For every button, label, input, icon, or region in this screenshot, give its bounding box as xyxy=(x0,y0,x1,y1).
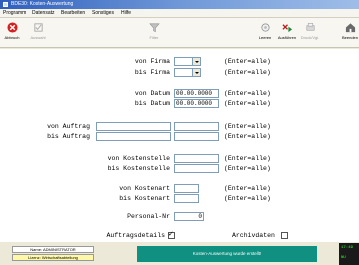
beenden-button[interactable]: Beenden xyxy=(341,21,359,46)
license-box: Lizenz: Wirtschaftsabteilung xyxy=(12,254,94,261)
checkmark-icon: ✓ xyxy=(168,230,174,238)
bis-auftrag-field-1[interactable] xyxy=(96,132,171,141)
system-tray: 17:49 NU xyxy=(339,243,359,265)
hint-von-kostenstelle: (Enter=alle) xyxy=(224,155,271,162)
run-icon xyxy=(281,24,292,33)
menu-datensatz[interactable]: Datensatz xyxy=(32,10,55,17)
von-firma-combo[interactable] xyxy=(174,57,201,66)
label-auftragsdetails: Auftragsdetails xyxy=(106,232,165,239)
hint-von-firma: (Enter=alle) xyxy=(224,58,271,65)
bis-auftrag-field-2[interactable] xyxy=(174,132,219,141)
status-bar: Name: ADMINISTRATOR Lizenz: Wirtschaftsa… xyxy=(0,243,359,265)
print-preview-icon xyxy=(306,23,314,31)
home-exit-icon xyxy=(345,23,355,33)
label-von-kostenart: von Kostenart xyxy=(119,185,170,192)
hint-bis-auftrag: (Enter=alle) xyxy=(224,133,271,140)
user-name-box: Name: ADMINISTRATOR xyxy=(12,246,94,253)
abbruch-button[interactable]: Abbruch xyxy=(3,21,21,46)
von-auftrag-field-1[interactable] xyxy=(96,122,171,131)
personal-nr-field[interactable]: 0 xyxy=(174,212,204,221)
label-bis-auftrag: bis Auftrag xyxy=(47,133,90,140)
hint-bis-kostenstelle: (Enter=alle) xyxy=(224,165,271,172)
label-von-auftrag: von Auftrag xyxy=(47,123,90,130)
hint-von-datum: (Enter=alle) xyxy=(224,90,271,97)
app-icon xyxy=(3,2,8,7)
window-title: BDE30: Kosten-Auswertung xyxy=(11,1,74,7)
chevron-down-icon[interactable] xyxy=(192,58,200,65)
clear-icon xyxy=(260,23,270,32)
menu-bearbeiten[interactable]: Bearbeiten xyxy=(61,10,85,17)
cancel-icon xyxy=(6,22,18,33)
menu-bar: Programm Datensatz Bearbeiten Sonstiges … xyxy=(0,9,359,18)
von-kostenart-field[interactable] xyxy=(174,184,199,193)
title-bar: BDE30: Kosten-Auswertung xyxy=(0,0,359,9)
ausfuehren-button[interactable]: Ausführen xyxy=(276,21,298,46)
von-datum-field[interactable]: 00.00.0000 xyxy=(174,89,219,98)
label-archivdaten: Archivdaten xyxy=(232,232,275,239)
menu-hilfe[interactable]: Hilfe xyxy=(121,10,131,17)
druck-button: Druck/Vgl. xyxy=(299,21,321,46)
tray-indicator: NU xyxy=(341,256,346,260)
hint-von-kostenart: (Enter=alle) xyxy=(224,185,271,192)
bis-datum-field[interactable]: 00.00.0000 xyxy=(174,99,219,108)
label-personal-nr: Personal-Nr xyxy=(127,213,170,220)
label-von-datum: von Datum xyxy=(134,90,170,97)
label-von-kostenstelle: von Kostenstelle xyxy=(107,155,170,162)
von-kostenstelle-field[interactable] xyxy=(174,154,219,163)
von-auftrag-field-2[interactable] xyxy=(174,122,219,131)
selection-form: von Firma (Enter=alle) bis Firma (Enter=… xyxy=(0,49,359,242)
auftragsdetails-checkbox[interactable]: ✓ xyxy=(168,230,175,239)
tray-time: 17:49 xyxy=(341,246,354,250)
menu-sonstiges[interactable]: Sonstiges xyxy=(92,10,114,17)
hint-bis-firma: (Enter=alle) xyxy=(224,69,271,76)
chevron-down-icon[interactable] xyxy=(192,69,200,76)
label-bis-kostenart: bis Kostenart xyxy=(119,195,170,202)
select-icon xyxy=(33,23,43,32)
filter-button: Filter xyxy=(146,21,162,46)
label-bis-kostenstelle: bis Kostenstelle xyxy=(107,165,170,172)
bis-kostenstelle-field[interactable] xyxy=(174,164,219,173)
hint-bis-datum: (Enter=alle) xyxy=(224,100,271,107)
archivdaten-checkbox[interactable] xyxy=(281,232,288,239)
toolbar: Abbruch Auswahl Filter Leeren Ausführen … xyxy=(0,18,359,48)
label-bis-firma: bis Firma xyxy=(134,69,170,76)
bis-kostenart-field[interactable] xyxy=(174,194,199,203)
hint-von-auftrag: (Enter=alle) xyxy=(224,123,271,130)
menu-programm[interactable]: Programm xyxy=(3,10,26,17)
leeren-button[interactable]: Leeren xyxy=(257,21,273,46)
label-von-firma: von Firma xyxy=(134,58,170,65)
bis-firma-combo[interactable] xyxy=(174,68,201,77)
label-bis-datum: bis Datum xyxy=(134,100,170,107)
auswahl-button: Auswahl xyxy=(28,21,48,46)
status-message: Kosten-Auswertung wurde erstellt! xyxy=(137,246,317,262)
filter-icon xyxy=(148,23,160,33)
hint-bis-kostenart: (Enter=alle) xyxy=(224,195,271,202)
